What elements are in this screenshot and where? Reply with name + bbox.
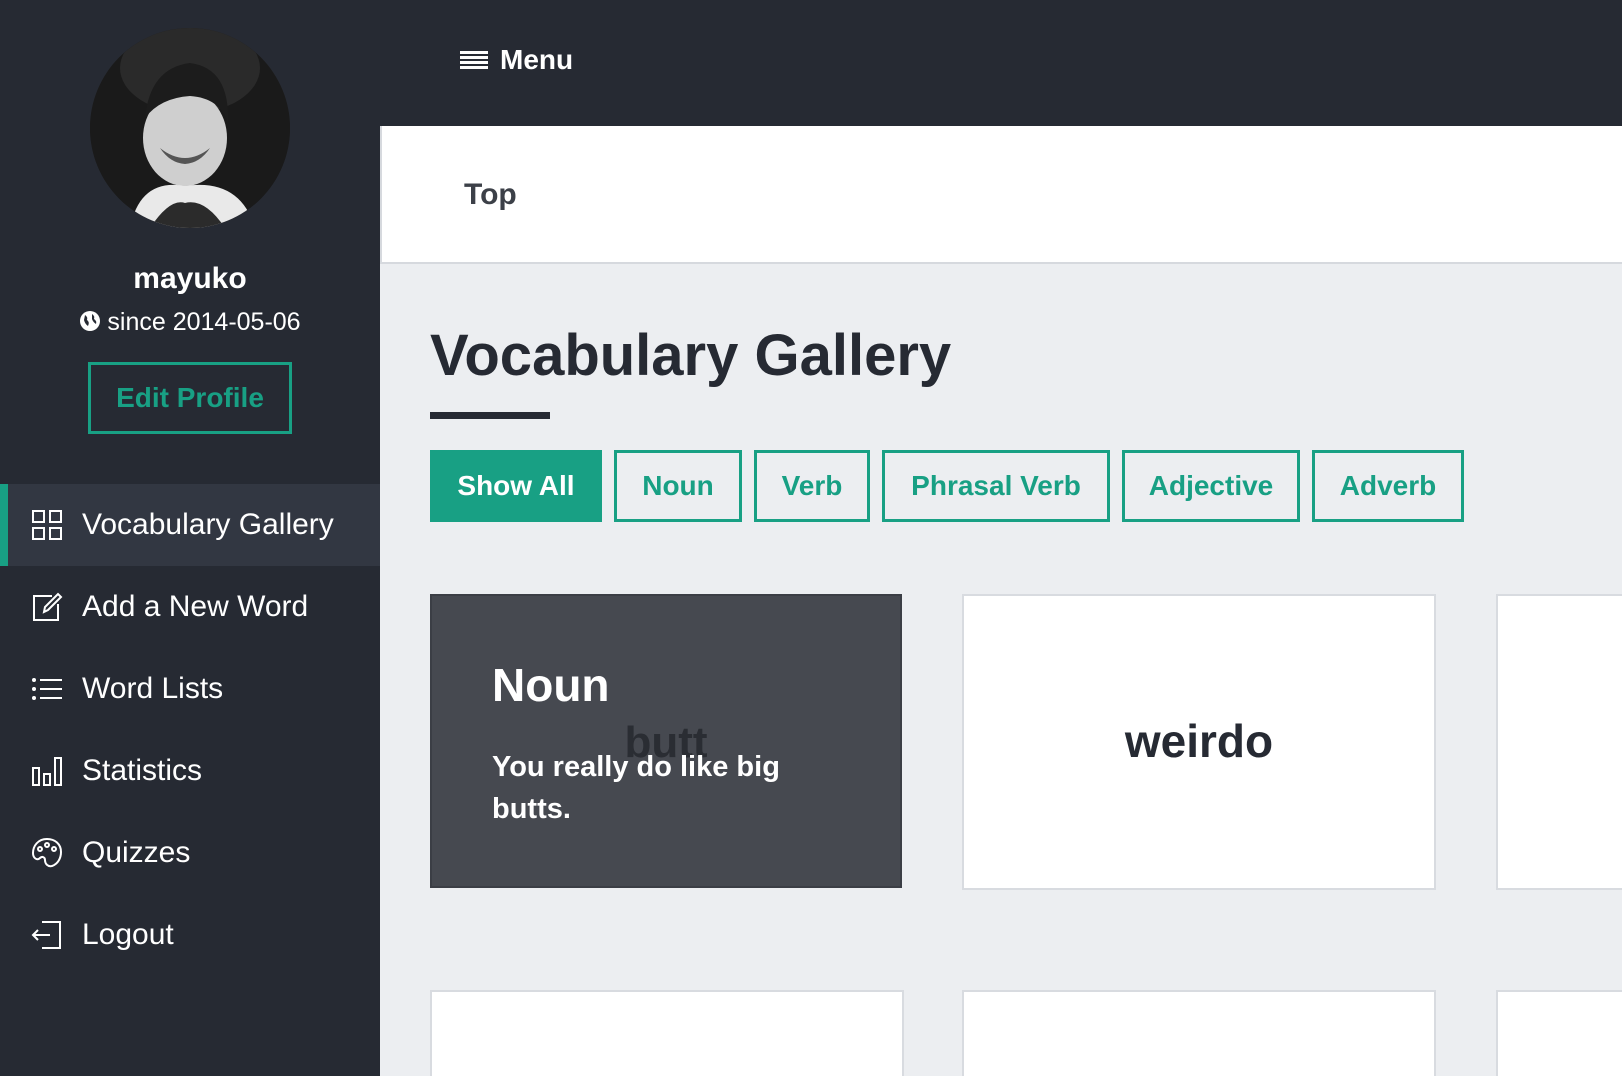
since-text: since 2014-05-06 bbox=[107, 308, 301, 336]
menu-label: Menu bbox=[500, 44, 574, 75]
word-card[interactable] bbox=[1496, 990, 1622, 1076]
word-card[interactable] bbox=[430, 990, 904, 1076]
word-card[interactable] bbox=[962, 990, 1436, 1076]
title-underline bbox=[430, 412, 550, 419]
filter-noun[interactable]: Noun bbox=[614, 450, 742, 522]
palette-icon bbox=[30, 836, 64, 870]
list-icon bbox=[30, 672, 64, 706]
avatar[interactable] bbox=[90, 28, 290, 228]
card-example: You really do like big butts. bbox=[492, 751, 780, 825]
page-title: Vocabulary Gallery bbox=[430, 323, 952, 388]
sidebar-item-logout[interactable]: Logout bbox=[0, 894, 380, 976]
word-card[interactable]: butt Noun You really do like big butts. bbox=[430, 594, 902, 888]
sidebar-nav: Vocabulary Gallery Add a New Word Word L… bbox=[0, 484, 380, 976]
filter-bar: Show All Noun Verb Phrasal Verb Adjectiv… bbox=[430, 450, 1476, 522]
sidebar-item-statistics[interactable]: Statistics bbox=[0, 730, 380, 812]
top-bar: Menu bbox=[380, 0, 1622, 126]
sidebar-item-add-word[interactable]: Add a New Word bbox=[0, 566, 380, 648]
edit-profile-button[interactable]: Edit Profile bbox=[88, 362, 292, 434]
card-part-of-speech: Noun bbox=[492, 659, 610, 711]
word-card[interactable] bbox=[1496, 594, 1622, 890]
sidebar-item-word-lists[interactable]: Word Lists bbox=[0, 648, 380, 730]
sidebar-item-label: Add a New Word bbox=[82, 590, 309, 623]
hamburger-icon bbox=[460, 48, 488, 72]
grid-icon bbox=[30, 508, 64, 542]
filter-adverb[interactable]: Adverb bbox=[1312, 450, 1464, 522]
sidebar-item-label: Logout bbox=[82, 918, 174, 951]
breadcrumb-top[interactable]: Top bbox=[464, 178, 517, 212]
sidebar-item-quizzes[interactable]: Quizzes bbox=[0, 812, 380, 894]
breadcrumb: Top bbox=[380, 126, 1622, 264]
sidebar: mayuko since 2014-05-06 Edit Profile Voc… bbox=[0, 0, 380, 1076]
card-word: weirdo bbox=[1124, 715, 1274, 767]
sidebar-item-label: Vocabulary Gallery bbox=[82, 508, 334, 541]
sidebar-item-label: Quizzes bbox=[82, 836, 191, 869]
username: mayuko bbox=[133, 262, 247, 295]
filter-adjective[interactable]: Adjective bbox=[1122, 450, 1300, 522]
menu-button[interactable]: Menu bbox=[460, 44, 573, 76]
globe-icon bbox=[79, 310, 101, 339]
edit-icon bbox=[30, 590, 64, 624]
sidebar-item-label: Word Lists bbox=[82, 672, 224, 705]
logout-icon bbox=[30, 918, 64, 952]
sidebar-item-vocabulary-gallery[interactable]: Vocabulary Gallery bbox=[0, 484, 380, 566]
member-since: since 2014-05-06 bbox=[0, 308, 380, 339]
word-card[interactable]: weirdo bbox=[962, 594, 1436, 890]
filter-verb[interactable]: Verb bbox=[754, 450, 870, 522]
filter-show-all[interactable]: Show All bbox=[430, 450, 602, 522]
filter-phrasal-verb[interactable]: Phrasal Verb bbox=[882, 450, 1110, 522]
sidebar-item-label: Statistics bbox=[82, 754, 203, 787]
bar-chart-icon bbox=[30, 754, 64, 788]
